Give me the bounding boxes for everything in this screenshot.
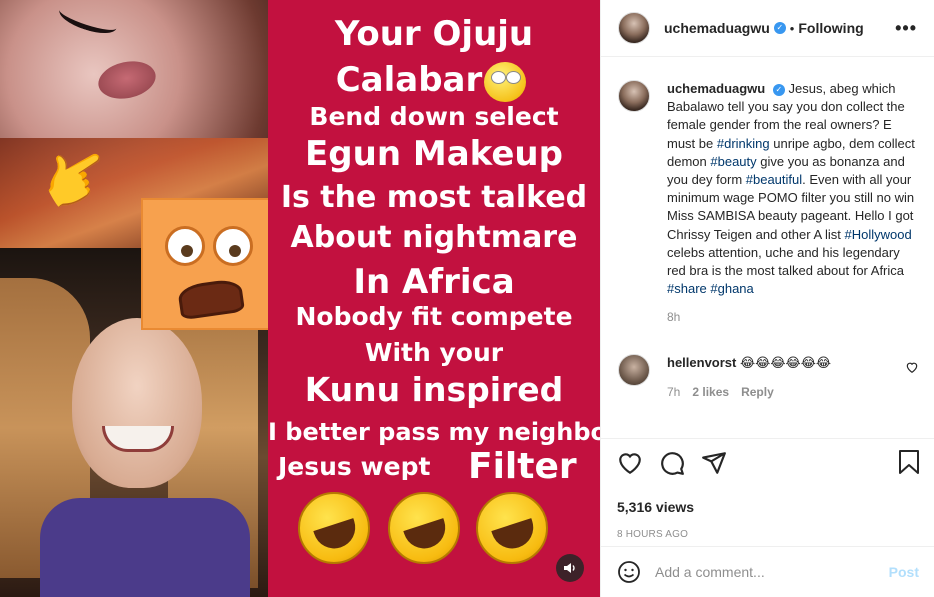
hashtag-link[interactable]: #share bbox=[667, 281, 707, 296]
comment-like-heart-icon[interactable] bbox=[905, 360, 919, 374]
bookmark-icon[interactable] bbox=[897, 449, 921, 475]
like-heart-icon[interactable] bbox=[617, 450, 643, 476]
hashtag-link[interactable]: #beauty bbox=[710, 154, 756, 169]
hashtag-link[interactable]: #Hollywood bbox=[845, 227, 912, 242]
emoji-smiley-icon[interactable] bbox=[617, 560, 641, 584]
following-button[interactable]: Following bbox=[798, 20, 863, 36]
action-icons bbox=[617, 449, 919, 477]
photo-eye bbox=[56, 0, 120, 39]
avatar[interactable] bbox=[618, 80, 650, 112]
caption-text-part: celebs attention, uche and his legendary… bbox=[667, 244, 905, 279]
grimace-emoji-sticker bbox=[141, 198, 275, 330]
caption-timestamp[interactable]: 8h bbox=[667, 310, 919, 324]
hashtag-link[interactable]: #ghana bbox=[710, 281, 753, 296]
comment-row: hellenvorst 😂😂😂😂😂😂 7h 2 likes Reply bbox=[618, 354, 919, 399]
sticker-eye-left bbox=[165, 226, 205, 266]
instagram-post-view: 👉 Your Ojuju Calabar Bend down select Eg… bbox=[0, 0, 934, 597]
speaker-icon bbox=[564, 563, 575, 573]
separator-dot: • bbox=[789, 20, 795, 36]
add-comment-bar: Post bbox=[601, 546, 934, 597]
image-text-panel: Your Ojuju Calabar Bend down select Egun… bbox=[268, 0, 600, 597]
view-count[interactable]: 5,316 views bbox=[617, 499, 919, 515]
image-text-line: Kunu inspired bbox=[304, 370, 564, 409]
image-text-line: Filter bbox=[468, 446, 577, 487]
post-media[interactable]: 👉 Your Ojuju Calabar Bend down select Eg… bbox=[0, 0, 600, 597]
comment-body: 😂😂😂😂😂😂 bbox=[739, 355, 832, 371]
avatar[interactable] bbox=[618, 12, 650, 44]
rofl-emoji bbox=[476, 492, 548, 564]
caption-row: uchemaduagwu ✓ Jesus, abeg which Babalaw… bbox=[618, 80, 919, 324]
comment-input[interactable] bbox=[655, 564, 870, 580]
image-text-line: Your Ojuju bbox=[334, 14, 534, 54]
post-header: uchemaduagwu ✓ • Following ••• bbox=[601, 0, 934, 57]
image-text-line: About nightmare bbox=[290, 220, 578, 255]
sticker-mouth bbox=[176, 277, 246, 321]
image-text-line: With your bbox=[364, 338, 504, 367]
hashtag-link[interactable]: #beautiful bbox=[746, 172, 802, 187]
verified-icon: ✓ bbox=[773, 22, 786, 34]
post-sidebar: uchemaduagwu ✓ • Following ••• uchemadua… bbox=[600, 0, 934, 597]
image-text-line: Nobody fit compete bbox=[295, 302, 573, 331]
rofl-emoji bbox=[388, 492, 460, 564]
caption-container: uchemaduagwu ✓ Jesus, abeg which Babalaw… bbox=[650, 80, 919, 324]
photo-face bbox=[72, 318, 202, 488]
image-text-line: Bend down select bbox=[309, 102, 559, 131]
header-username[interactable]: uchemaduagwu bbox=[664, 20, 770, 36]
image-text-line: Jesus wept bbox=[278, 452, 431, 481]
pointing-hand-emoji: 👉 bbox=[28, 132, 124, 225]
image-text-line: Egun Makeup bbox=[305, 134, 563, 174]
comment-container: hellenvorst 😂😂😂😂😂😂 7h 2 likes Reply bbox=[650, 354, 887, 398]
image-text-line: Calabar bbox=[335, 60, 483, 100]
post-timestamp[interactable]: 8 HOURS AGO bbox=[617, 529, 919, 540]
comment-bubble-icon[interactable] bbox=[659, 450, 685, 476]
comment-text: hellenvorst 😂😂😂😂😂😂 bbox=[667, 354, 887, 372]
avatar[interactable] bbox=[618, 354, 650, 387]
comments-section: uchemaduagwu ✓ Jesus, abeg which Babalaw… bbox=[601, 58, 934, 438]
sticker-eye-right bbox=[213, 226, 253, 266]
photo-clothing bbox=[40, 498, 250, 597]
comment-username[interactable]: hellenvorst bbox=[667, 355, 736, 370]
caption-text: uchemaduagwu ✓ Jesus, abeg which Babalaw… bbox=[667, 80, 919, 298]
more-options-icon[interactable]: ••• bbox=[895, 18, 917, 39]
rofl-emoji bbox=[298, 492, 370, 564]
comment-timestamp[interactable]: 7h bbox=[667, 385, 680, 399]
comment-meta: 7h 2 likes Reply bbox=[667, 385, 887, 399]
eye-roll-emoji bbox=[484, 62, 526, 102]
photo-lips bbox=[94, 56, 160, 104]
post-comment-button[interactable]: Post bbox=[889, 564, 919, 580]
verified-icon: ✓ bbox=[772, 84, 785, 96]
caption-username[interactable]: uchemaduagwu bbox=[667, 81, 765, 96]
comment-likes[interactable]: 2 likes bbox=[692, 385, 729, 399]
image-text-line: Is the most talked bbox=[280, 180, 588, 215]
sound-toggle-button[interactable] bbox=[556, 554, 584, 582]
image-text-line: I better pass my neighbor bbox=[268, 418, 600, 446]
reply-button[interactable]: Reply bbox=[741, 385, 774, 399]
hashtag-link[interactable]: #drinking bbox=[717, 136, 770, 151]
image-text-line: In Africa bbox=[353, 262, 515, 302]
share-send-icon[interactable] bbox=[701, 450, 727, 476]
